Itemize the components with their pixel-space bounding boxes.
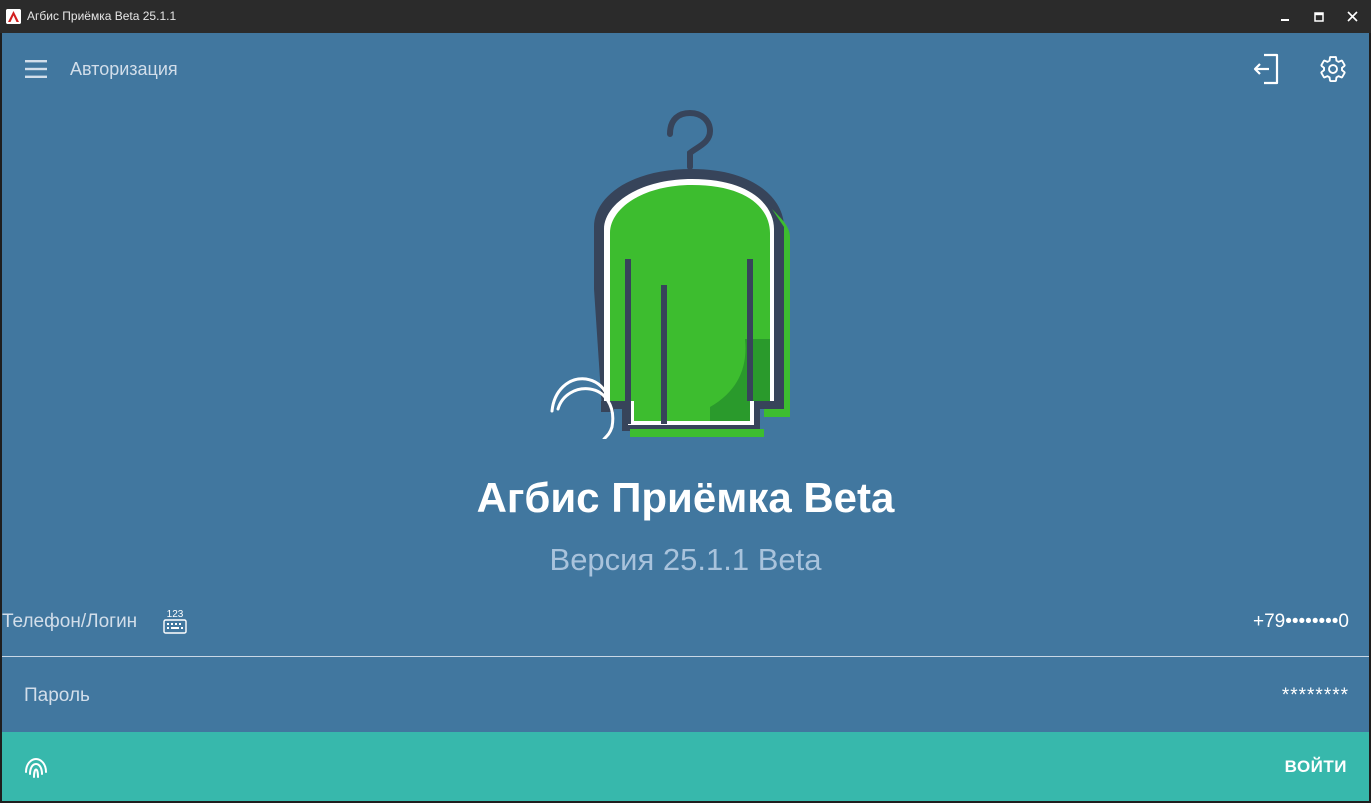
password-label: Пароль (24, 685, 90, 706)
login-label: Телефон/Логин (2, 611, 138, 632)
window-titlebar: Агбис Приёмка Beta 25.1.1 (0, 0, 1371, 33)
hamburger-menu-icon[interactable] (24, 57, 48, 81)
close-button[interactable] (1337, 0, 1367, 33)
password-field-row: Пароль (2, 658, 1369, 732)
gear-icon[interactable] (1318, 54, 1348, 84)
app-logo (542, 109, 802, 441)
minimize-button[interactable] (1270, 0, 1300, 33)
bottom-action-bar: ВОЙТИ (2, 732, 1369, 801)
app-window: Авторизация Агбис Приёмка Beta Версия 25… (2, 33, 1369, 801)
login-input[interactable] (1049, 608, 1349, 636)
keyboard-icon-text: 123 (167, 609, 184, 620)
maximize-button[interactable] (1304, 0, 1334, 33)
app-version: Версия 25.1.1 Beta (549, 542, 822, 577)
minimize-icon (1281, 18, 1289, 21)
close-icon (1346, 11, 1358, 22)
login-field-row: Телефон/Логин 123 (2, 600, 1369, 657)
app-name: Агбис Приёмка Beta (476, 474, 895, 521)
logout-icon[interactable] (1250, 52, 1282, 86)
screen-title: Авторизация (70, 59, 178, 79)
password-input[interactable] (1049, 682, 1349, 710)
window-title: Агбис Приёмка Beta 25.1.1 (27, 9, 177, 23)
app-icon (6, 9, 21, 24)
login-button[interactable]: ВОЙТИ (1245, 732, 1369, 801)
numeric-keyboard-icon[interactable]: 123 (162, 607, 188, 635)
maximize-icon (1314, 11, 1324, 22)
fingerprint-icon[interactable] (22, 754, 50, 782)
